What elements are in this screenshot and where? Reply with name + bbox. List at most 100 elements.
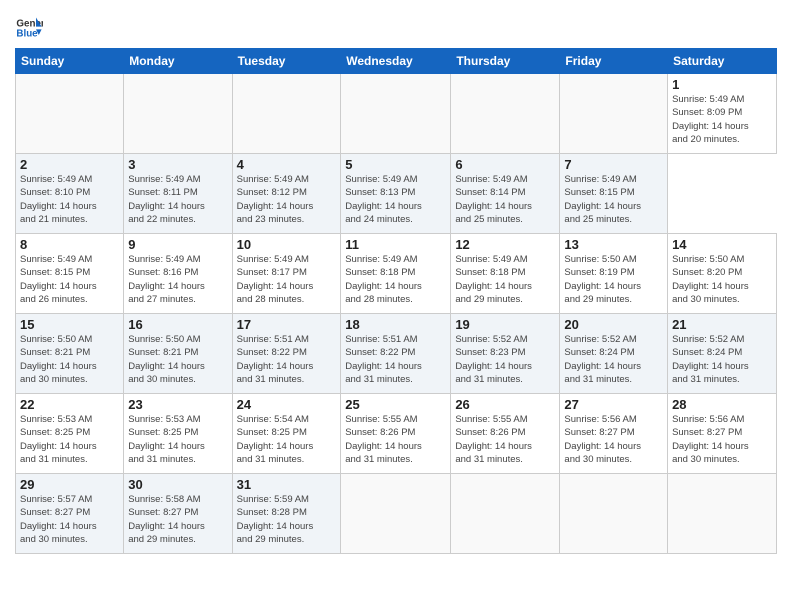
day-number: 4 [237, 157, 337, 172]
calendar-header-row: SundayMondayTuesdayWednesdayThursdayFrid… [16, 49, 777, 74]
calendar-header-wednesday: Wednesday [341, 49, 451, 74]
header: General Blue [15, 10, 777, 42]
calendar-day-21: 21Sunrise: 5:52 AMSunset: 8:24 PMDayligh… [668, 314, 777, 394]
day-info: Sunrise: 5:55 AMSunset: 8:26 PMDaylight:… [455, 414, 532, 465]
day-info: Sunrise: 5:51 AMSunset: 8:22 PMDaylight:… [237, 334, 314, 385]
calendar-day-12: 12 Sunrise: 5:49 AMSunset: 8:18 PMDayligh… [451, 234, 560, 314]
calendar-day-28: 28 Sunrise: 5:56 AMSunset: 8:27 PMDayligh… [668, 394, 777, 474]
calendar-day-31: 31Sunrise: 5:59 AMSunset: 8:28 PMDayligh… [232, 474, 341, 554]
day-number: 24 [237, 397, 337, 412]
page-container: General Blue SundayMondayTuesdayWednesda… [0, 0, 792, 564]
day-number: 14 [672, 237, 772, 252]
day-number: 17 [237, 317, 337, 332]
calendar-empty-cell [451, 474, 560, 554]
day-info: Sunrise: 5:49 AMSunset: 8:09 PMDaylight:… [672, 94, 749, 145]
calendar-empty-cell [668, 474, 777, 554]
day-info: Sunrise: 5:52 AMSunset: 8:24 PMDaylight:… [564, 334, 641, 385]
calendar-day-3: 3Sunrise: 5:49 AMSunset: 8:11 PMDaylight… [124, 154, 232, 234]
calendar-day-23: 23Sunrise: 5:53 AMSunset: 8:25 PMDayligh… [124, 394, 232, 474]
calendar-week-0: 1Sunrise: 5:49 AMSunset: 8:09 PMDaylight… [16, 74, 777, 154]
day-info: Sunrise: 5:57 AMSunset: 8:27 PMDaylight:… [20, 494, 97, 545]
calendar-day-22: 22 Sunrise: 5:53 AMSunset: 8:25 PMDayligh… [16, 394, 124, 474]
day-info: Sunrise: 5:53 AMSunset: 8:25 PMDaylight:… [128, 414, 205, 465]
day-number: 10 [237, 237, 337, 252]
day-number: 31 [237, 477, 337, 492]
calendar-day-30: 30Sunrise: 5:58 AMSunset: 8:27 PMDayligh… [124, 474, 232, 554]
day-info: Sunrise: 5:50 AMSunset: 8:21 PMDaylight:… [128, 334, 205, 385]
calendar-day-8: 8 Sunrise: 5:49 AMSunset: 8:15 PMDaylight… [16, 234, 124, 314]
logo: General Blue [15, 14, 46, 42]
day-number: 12 [455, 237, 555, 252]
calendar-empty-cell [451, 74, 560, 154]
calendar-day-11: 11Sunrise: 5:49 AMSunset: 8:18 PMDayligh… [341, 234, 451, 314]
calendar-day-20: 20 Sunrise: 5:52 AMSunset: 8:24 PMDayligh… [560, 314, 668, 394]
logo-icon: General Blue [15, 14, 43, 42]
calendar-week-2: 8 Sunrise: 5:49 AMSunset: 8:15 PMDaylight… [16, 234, 777, 314]
day-number: 8 [20, 237, 119, 252]
calendar-empty-cell [341, 474, 451, 554]
calendar-day-14: 14 Sunrise: 5:50 AMSunset: 8:20 PMDayligh… [668, 234, 777, 314]
calendar-day-25: 25Sunrise: 5:55 AMSunset: 8:26 PMDayligh… [341, 394, 451, 474]
svg-text:Blue: Blue [16, 28, 38, 39]
day-info: Sunrise: 5:50 AMSunset: 8:19 PMDaylight:… [564, 254, 641, 305]
calendar-day-19: 19Sunrise: 5:52 AMSunset: 8:23 PMDayligh… [451, 314, 560, 394]
calendar-week-4: 22 Sunrise: 5:53 AMSunset: 8:25 PMDayligh… [16, 394, 777, 474]
calendar-day-6: 6 Sunrise: 5:49 AMSunset: 8:14 PMDaylight… [451, 154, 560, 234]
day-number: 7 [564, 157, 663, 172]
day-number: 30 [128, 477, 227, 492]
day-info: Sunrise: 5:51 AMSunset: 8:22 PMDaylight:… [345, 334, 422, 385]
day-number: 13 [564, 237, 663, 252]
calendar-day-18: 18 Sunrise: 5:51 AMSunset: 8:22 PMDayligh… [341, 314, 451, 394]
calendar-empty-cell [341, 74, 451, 154]
calendar-week-5: 29 Sunrise: 5:57 AMSunset: 8:27 PMDayligh… [16, 474, 777, 554]
day-info: Sunrise: 5:49 AMSunset: 8:17 PMDaylight:… [237, 254, 314, 305]
day-info: Sunrise: 5:56 AMSunset: 8:27 PMDaylight:… [672, 414, 749, 465]
day-number: 5 [345, 157, 446, 172]
day-info: Sunrise: 5:49 AMSunset: 8:16 PMDaylight:… [128, 254, 205, 305]
calendar-header-monday: Monday [124, 49, 232, 74]
day-number: 20 [564, 317, 663, 332]
day-info: Sunrise: 5:52 AMSunset: 8:24 PMDaylight:… [672, 334, 749, 385]
day-info: Sunrise: 5:49 AMSunset: 8:12 PMDaylight:… [237, 174, 314, 225]
day-number: 2 [20, 157, 119, 172]
calendar-day-17: 17 Sunrise: 5:51 AMSunset: 8:22 PMDayligh… [232, 314, 341, 394]
day-info: Sunrise: 5:49 AMSunset: 8:13 PMDaylight:… [345, 174, 422, 225]
day-info: Sunrise: 5:49 AMSunset: 8:10 PMDaylight:… [20, 174, 97, 225]
calendar-empty-cell [124, 74, 232, 154]
day-info: Sunrise: 5:56 AMSunset: 8:27 PMDaylight:… [564, 414, 641, 465]
calendar-day-24: 24 Sunrise: 5:54 AMSunset: 8:25 PMDayligh… [232, 394, 341, 474]
day-number: 22 [20, 397, 119, 412]
calendar-header-friday: Friday [560, 49, 668, 74]
day-info: Sunrise: 5:50 AMSunset: 8:20 PMDaylight:… [672, 254, 749, 305]
day-info: Sunrise: 5:49 AMSunset: 8:15 PMDaylight:… [20, 254, 97, 305]
day-info: Sunrise: 5:49 AMSunset: 8:18 PMDaylight:… [345, 254, 422, 305]
day-number: 29 [20, 477, 119, 492]
calendar-day-10: 10 Sunrise: 5:49 AMSunset: 8:17 PMDayligh… [232, 234, 341, 314]
calendar-day-2: 2 Sunrise: 5:49 AMSunset: 8:10 PMDaylight… [16, 154, 124, 234]
day-info: Sunrise: 5:54 AMSunset: 8:25 PMDaylight:… [237, 414, 314, 465]
day-number: 27 [564, 397, 663, 412]
day-info: Sunrise: 5:49 AMSunset: 8:14 PMDaylight:… [455, 174, 532, 225]
calendar-empty-cell [232, 74, 341, 154]
calendar-day-5: 5 Sunrise: 5:49 AMSunset: 8:13 PMDaylight… [341, 154, 451, 234]
calendar-empty-cell [560, 74, 668, 154]
calendar-empty-cell [16, 74, 124, 154]
day-number: 26 [455, 397, 555, 412]
calendar-header-tuesday: Tuesday [232, 49, 341, 74]
calendar-day-29: 29 Sunrise: 5:57 AMSunset: 8:27 PMDayligh… [16, 474, 124, 554]
day-info: Sunrise: 5:53 AMSunset: 8:25 PMDaylight:… [20, 414, 97, 465]
day-number: 9 [128, 237, 227, 252]
day-info: Sunrise: 5:49 AMSunset: 8:18 PMDaylight:… [455, 254, 532, 305]
day-number: 18 [345, 317, 446, 332]
calendar-empty-cell [560, 474, 668, 554]
day-number: 15 [20, 317, 119, 332]
day-info: Sunrise: 5:50 AMSunset: 8:21 PMDaylight:… [20, 334, 97, 385]
calendar-header-sunday: Sunday [16, 49, 124, 74]
calendar-header-saturday: Saturday [668, 49, 777, 74]
day-number: 25 [345, 397, 446, 412]
calendar-table: SundayMondayTuesdayWednesdayThursdayFrid… [15, 48, 777, 554]
day-number: 6 [455, 157, 555, 172]
day-info: Sunrise: 5:52 AMSunset: 8:23 PMDaylight:… [455, 334, 532, 385]
calendar-day-27: 27 Sunrise: 5:56 AMSunset: 8:27 PMDayligh… [560, 394, 668, 474]
day-number: 28 [672, 397, 772, 412]
